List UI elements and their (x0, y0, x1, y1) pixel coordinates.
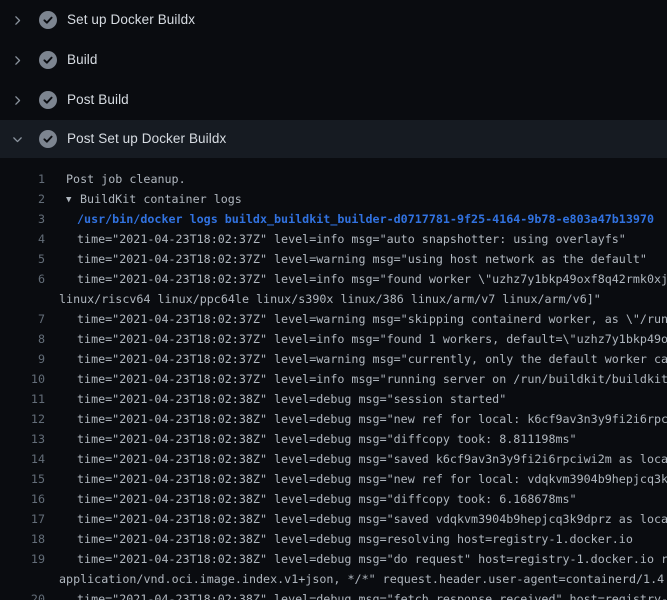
step-label: Build (67, 53, 98, 67)
line-number[interactable]: 18 (0, 529, 45, 549)
line-number[interactable]: 13 (0, 429, 45, 449)
line-number[interactable]: 1 (0, 169, 45, 189)
step-row-build[interactable]: Build (0, 40, 667, 80)
log-row: 9time="2021-04-23T18:02:37Z" level=warni… (0, 349, 667, 369)
steps-list: Set up Docker Buildx Build Post Build Post … (0, 0, 667, 158)
log-row: 17time="2021-04-23T18:02:38Z" level=debu… (0, 509, 667, 529)
line-number[interactable]: 7 (0, 309, 45, 329)
chevron-down-icon (11, 133, 24, 146)
log-line-text: time="2021-04-23T18:02:38Z" level=debug … (45, 549, 667, 569)
line-number (0, 289, 45, 309)
line-number[interactable]: 6 (0, 269, 45, 289)
log-line-text: time="2021-04-23T18:02:38Z" level=debug … (45, 489, 667, 509)
line-number[interactable]: 20 (0, 589, 45, 600)
log-group-toggle[interactable]: ▼BuildKit container logs (45, 189, 667, 209)
step-row-post-set-up-docker-buildx[interactable]: Post Set up Docker Buildx (0, 120, 667, 158)
status-success-check-icon (39, 130, 57, 148)
log-row: application/vnd.oci.image.index.v1+json,… (0, 569, 667, 589)
line-number[interactable]: 15 (0, 469, 45, 489)
log-line-text: linux/riscv64 linux/ppc64le linux/s390x … (45, 289, 667, 309)
log-command-text: /usr/bin/docker logs buildx_buildkit_bui… (45, 209, 667, 229)
log-line-text: time="2021-04-23T18:02:38Z" level=debug … (45, 509, 667, 529)
status-success-check-icon (39, 11, 57, 29)
log-line-text: time="2021-04-23T18:02:38Z" level=debug … (45, 409, 667, 429)
log-row: 16time="2021-04-23T18:02:38Z" level=debu… (0, 489, 667, 509)
line-number[interactable]: 10 (0, 369, 45, 389)
log-row: 18time="2021-04-23T18:02:38Z" level=debu… (0, 529, 667, 549)
log-row: 20time="2021-04-23T18:02:38Z" level=debu… (0, 589, 667, 600)
log-row: 7time="2021-04-23T18:02:37Z" level=warni… (0, 309, 667, 329)
line-number[interactable]: 12 (0, 409, 45, 429)
log-row: linux/riscv64 linux/ppc64le linux/s390x … (0, 289, 667, 309)
line-number[interactable]: 17 (0, 509, 45, 529)
line-number[interactable]: 5 (0, 249, 45, 269)
line-number[interactable]: 16 (0, 489, 45, 509)
log-row: 19time="2021-04-23T18:02:38Z" level=debu… (0, 549, 667, 569)
log-line-text: time="2021-04-23T18:02:37Z" level=info m… (45, 229, 667, 249)
log-line-text: time="2021-04-23T18:02:38Z" level=debug … (45, 589, 667, 600)
log-row: 6time="2021-04-23T18:02:37Z" level=info … (0, 269, 667, 289)
log-row: 10time="2021-04-23T18:02:37Z" level=info… (0, 369, 667, 389)
log-line-text: time="2021-04-23T18:02:37Z" level=warnin… (45, 309, 667, 329)
log-line-text: time="2021-04-23T18:02:37Z" level=info m… (45, 269, 667, 289)
log-line-text: Post job cleanup. (45, 169, 667, 189)
log-line-text: time="2021-04-23T18:02:37Z" level=info m… (45, 369, 667, 389)
log-row: 1Post job cleanup. (0, 169, 667, 189)
group-expanded-triangle-icon: ▼ (66, 190, 80, 209)
log-line-text: time="2021-04-23T18:02:37Z" level=warnin… (45, 349, 667, 369)
log-line-text: time="2021-04-23T18:02:38Z" level=debug … (45, 429, 667, 449)
log-area: 1Post job cleanup.2▼BuildKit container l… (0, 158, 667, 600)
log-row: 3/usr/bin/docker logs buildx_buildkit_bu… (0, 209, 667, 229)
log-row: 14time="2021-04-23T18:02:38Z" level=debu… (0, 449, 667, 469)
log-row: 4time="2021-04-23T18:02:37Z" level=info … (0, 229, 667, 249)
log-row: 12time="2021-04-23T18:02:38Z" level=debu… (0, 409, 667, 429)
line-number (0, 569, 45, 589)
log-row: 15time="2021-04-23T18:02:38Z" level=debu… (0, 469, 667, 489)
line-number[interactable]: 9 (0, 349, 45, 369)
line-number[interactable]: 14 (0, 449, 45, 469)
log-line-text: time="2021-04-23T18:02:38Z" level=debug … (45, 449, 667, 469)
log-group-label: BuildKit container logs (80, 192, 242, 206)
log-line-text: application/vnd.oci.image.index.v1+json,… (45, 569, 667, 589)
log-row: 8time="2021-04-23T18:02:37Z" level=info … (0, 329, 667, 349)
line-number[interactable]: 8 (0, 329, 45, 349)
actions-log-viewer: Set up Docker Buildx Build Post Build Post … (0, 0, 667, 600)
log-line-text: time="2021-04-23T18:02:37Z" level=warnin… (45, 249, 667, 269)
step-row-set-up-docker-buildx[interactable]: Set up Docker Buildx (0, 0, 667, 40)
log-row: 5time="2021-04-23T18:02:37Z" level=warni… (0, 249, 667, 269)
status-success-check-icon (39, 91, 57, 109)
chevron-right-icon (11, 54, 24, 67)
log-row: 13time="2021-04-23T18:02:38Z" level=debu… (0, 429, 667, 449)
chevron-right-icon (11, 94, 24, 107)
line-number[interactable]: 19 (0, 549, 45, 569)
line-number[interactable]: 11 (0, 389, 45, 409)
line-number[interactable]: 4 (0, 229, 45, 249)
log-row: 11time="2021-04-23T18:02:38Z" level=debu… (0, 389, 667, 409)
chevron-right-icon (11, 14, 24, 27)
step-row-post-build[interactable]: Post Build (0, 80, 667, 120)
line-number[interactable]: 3 (0, 209, 45, 229)
status-success-check-icon (39, 51, 57, 69)
log-line-text: time="2021-04-23T18:02:38Z" level=debug … (45, 529, 667, 549)
log-line-text: time="2021-04-23T18:02:38Z" level=debug … (45, 469, 667, 489)
line-number[interactable]: 2 (0, 189, 45, 209)
step-label: Post Set up Docker Buildx (67, 132, 226, 146)
log-row: 2▼BuildKit container logs (0, 189, 667, 209)
log-line-text: time="2021-04-23T18:02:38Z" level=debug … (45, 389, 667, 409)
log-line-text: time="2021-04-23T18:02:37Z" level=info m… (45, 329, 667, 349)
step-label: Set up Docker Buildx (67, 13, 195, 27)
step-label: Post Build (67, 93, 129, 107)
